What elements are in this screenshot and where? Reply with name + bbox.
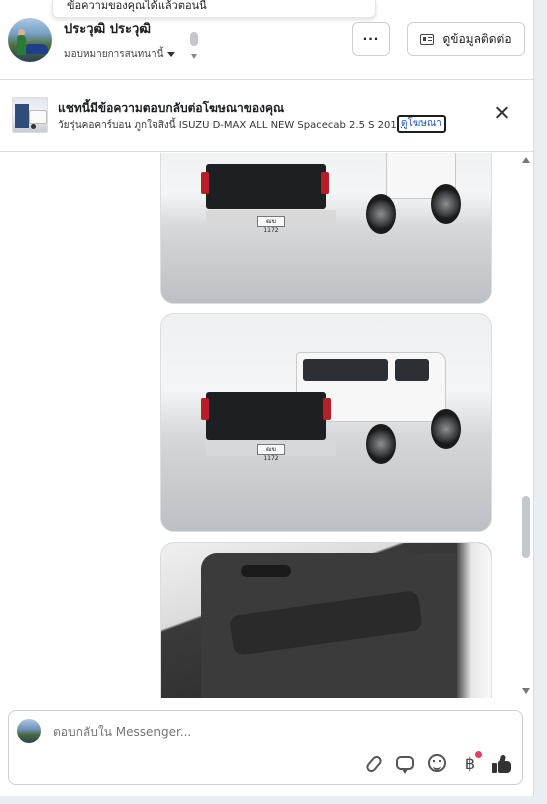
ad-banner-subtitle: วัยรุ่นคอคาร์บอน ภูกใจสิงนี้ ISUZU D-MAX…: [58, 120, 407, 131]
avatar-person: [17, 35, 26, 55]
scroll-down-arrow-icon[interactable]: [191, 54, 197, 59]
truck-wheel: [431, 409, 461, 449]
truck-taillight: [201, 172, 209, 194]
baht-icon: ฿: [464, 754, 476, 773]
chat-bubble-icon: [396, 756, 414, 774]
reply-input[interactable]: [53, 725, 353, 739]
ad-thumb-wheel: [31, 124, 36, 129]
close-icon[interactable]: [492, 103, 512, 123]
view-contact-button[interactable]: ดูข้อมูลติดต่อ: [407, 22, 525, 56]
truck-window: [303, 359, 388, 381]
contact-name[interactable]: ประวุฒิ ประวุฒิ: [64, 18, 151, 39]
door-handle: [241, 565, 291, 577]
message-scrollbar[interactable]: [521, 153, 532, 698]
assign-conversation-dropdown[interactable]: มอบหมายการสนทนานี้: [64, 47, 176, 62]
message-list[interactable]: ฒฆ 1172 ฒฆ 1172: [0, 153, 534, 698]
header-scrollbar[interactable]: [190, 32, 198, 62]
license-plate: ฒฆ 1172: [257, 216, 285, 234]
saved-replies-button[interactable]: [396, 754, 416, 774]
notification-dot: [475, 751, 482, 758]
license-plate: ฒฆ 1172: [257, 444, 285, 462]
ad-reply-banner: แชทนี้มีข้อความตอบกลับต่อโฆษณาของคุณ วัย…: [0, 80, 534, 152]
composer-avatar: [17, 719, 41, 743]
thumbs-up-icon: [492, 763, 497, 773]
contact-card-icon: [420, 33, 435, 45]
ad-banner-title: แชทนี้มีข้อความตอบกลับต่อโฆษณาของคุณ: [58, 101, 285, 115]
composer-toolbar: ฿: [364, 751, 512, 775]
smile-icon: [428, 754, 446, 772]
paperclip-icon: [364, 753, 384, 775]
ad-thumb-banner: [15, 104, 29, 128]
truck-taillight: [201, 398, 209, 420]
truck-tailgate: [206, 164, 326, 209]
scroll-thumb[interactable]: [522, 496, 530, 558]
scroll-down-arrow-icon[interactable]: [522, 688, 530, 694]
truck-taillight: [321, 172, 329, 194]
like-button[interactable]: [492, 754, 512, 774]
truck-wheel: [431, 184, 461, 224]
message-photo[interactable]: ฒฆ 1172: [160, 153, 492, 304]
message-photo[interactable]: ฒฆ 1172: [160, 313, 492, 532]
truck-wheel: [366, 194, 396, 234]
conversation-panel: ประวุฒิ ประวุฒิ มอบหมายการสนทนานี้ ··· ด…: [0, 0, 534, 796]
truck-window: [395, 359, 429, 381]
truck-taillight: [323, 398, 331, 420]
view-ad-link[interactable]: ดูโฆษณา: [397, 115, 446, 133]
truck-wheel: [366, 424, 396, 464]
truck-tailgate: [206, 392, 326, 440]
avatar-car: [26, 44, 48, 54]
payment-button[interactable]: ฿: [460, 751, 482, 774]
message-photo[interactable]: [160, 542, 492, 698]
ad-thumb-truck: [29, 110, 47, 124]
emoji-button[interactable]: [428, 754, 448, 774]
attach-button[interactable]: [364, 753, 384, 775]
reply-composer: ฿: [8, 710, 523, 785]
sent-toast: ข้อความของคุณได้แล้วตอนนี้: [52, 0, 376, 18]
view-contact-label: ดูข้อมูลติดต่อ: [442, 31, 512, 46]
door-frame: [457, 543, 491, 698]
assign-label: มอบหมายการสนทนานี้: [64, 49, 164, 60]
avatar[interactable]: [8, 18, 52, 62]
header-scroll-thumb[interactable]: [190, 32, 198, 46]
more-options-button[interactable]: ···: [352, 22, 390, 56]
photo-floor: [161, 226, 491, 303]
scroll-up-arrow-icon[interactable]: [522, 157, 530, 163]
chevron-down-icon: [167, 52, 176, 57]
ad-thumbnail[interactable]: [12, 97, 48, 133]
